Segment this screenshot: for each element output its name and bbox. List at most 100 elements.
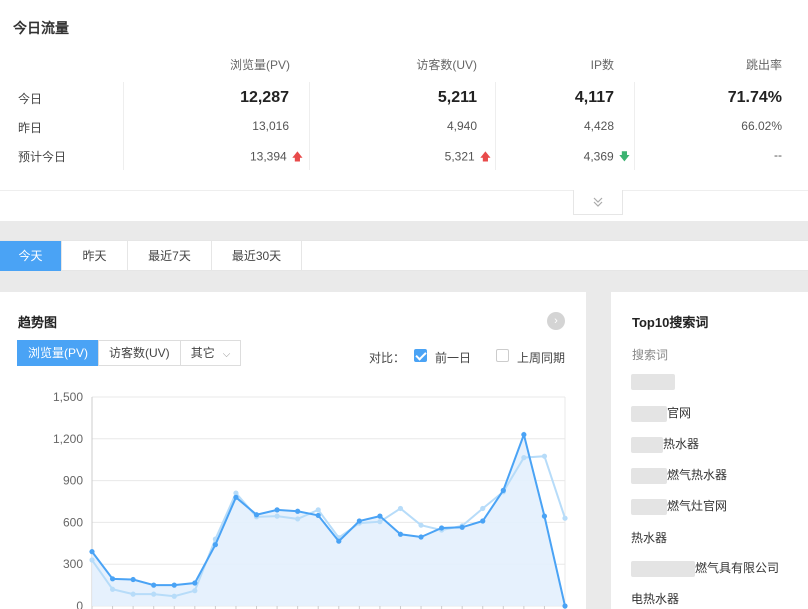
data-point	[541, 513, 548, 519]
data-point	[562, 603, 568, 609]
data-point	[500, 487, 506, 493]
yesterday-uv: 4,940	[446, 119, 477, 133]
keyword-text: 燃气具有限公司	[695, 561, 780, 575]
data-point	[171, 593, 177, 599]
data-point	[212, 542, 218, 548]
keyword-item[interactable]: 燃气热水器	[631, 466, 727, 484]
metric-tab-uv[interactable]: 访客数(UV)	[98, 340, 181, 366]
y-tick-label: 600	[63, 515, 83, 529]
top10-title: Top10搜索词	[632, 315, 709, 330]
compare-label: 对比：	[369, 351, 406, 365]
keyword-item[interactable]	[631, 374, 675, 390]
data-point	[171, 582, 177, 588]
forecast-pv: 13,394 🡅	[250, 148, 303, 167]
data-point	[480, 505, 486, 512]
keyword-text: 热水器	[631, 531, 668, 545]
keyword-item[interactable]: 热水器	[631, 435, 699, 453]
data-point	[253, 512, 260, 518]
today-traffic-card: 今日流量 浏览量(PV) 访客数(UV) IP数 跳出率 今日 12,287 5…	[0, 0, 808, 221]
tab-today[interactable]: 今天	[0, 241, 62, 271]
chevron-down-icon: ⌵	[222, 349, 231, 360]
forecast-pv-value: 13,394	[249, 149, 287, 164]
data-point	[151, 582, 157, 588]
yesterday-ip: 4,428	[583, 119, 614, 133]
data-point	[418, 522, 424, 528]
today-uv: 5,211	[437, 89, 477, 106]
series-area	[92, 434, 565, 606]
redacted-block	[631, 498, 667, 515]
y-tick-label: 1,500	[53, 390, 83, 404]
data-point	[541, 453, 548, 459]
keyword-item[interactable]: 燃气灶官网	[631, 497, 727, 515]
top10-subtitle: 搜索词	[632, 348, 669, 362]
checkbox-previous-day[interactable]	[414, 349, 427, 362]
data-point	[315, 507, 321, 513]
tab-yesterday[interactable]: 昨天	[62, 241, 128, 271]
data-point	[521, 432, 527, 438]
range-tabs: 今天 昨天 最近7天 最近30天	[0, 240, 808, 271]
data-point	[274, 507, 280, 513]
divider	[309, 82, 310, 170]
redacted-block	[631, 405, 667, 422]
top10-card: Top10搜索词 搜索词 官网 热水器 燃气热水器 燃气灶官网 热水器 燃气具有…	[611, 292, 808, 609]
data-point	[151, 591, 157, 597]
compare-option-last-week: 上周同期	[517, 351, 566, 365]
forecast-uv-value: 5,321	[444, 149, 475, 164]
data-point	[377, 513, 383, 519]
header-pv: 浏览量(PV)	[229, 58, 290, 72]
row-label-today: 今日	[18, 92, 43, 106]
data-point	[295, 508, 301, 514]
data-point	[109, 576, 116, 582]
keyword-item[interactable]: 电热水器	[631, 590, 679, 607]
tab-last-30-days[interactable]: 最近30天	[212, 241, 302, 271]
row-label-yesterday: 昨日	[18, 121, 43, 135]
metric-dropdown-other[interactable]: 其它 ⌵	[179, 340, 242, 366]
metric-tab-pv[interactable]: 浏览量(PV)	[17, 340, 100, 366]
forecast-ip-value: 4,369	[583, 149, 614, 164]
today-ip: 4,117	[574, 89, 614, 106]
data-point	[89, 557, 95, 563]
header-uv: 访客数(UV)	[416, 58, 477, 72]
tab-last-7-days[interactable]: 最近7天	[128, 241, 212, 271]
arrow-down-icon: 🡇	[618, 151, 630, 163]
data-point	[459, 524, 465, 530]
compare-option-previous-day: 前一日	[435, 351, 472, 365]
keyword-text: 官网	[667, 406, 692, 420]
data-point	[130, 576, 136, 583]
header-bounce: 跳出率	[745, 58, 782, 72]
data-point	[274, 513, 280, 519]
keyword-item[interactable]: 官网	[631, 404, 691, 422]
metric-dropdown-label: 其它	[190, 346, 215, 360]
keyword-text: 电热水器	[631, 592, 680, 606]
yesterday-bounce: 66.02%	[741, 119, 782, 133]
arrow-up-icon: 🡅	[291, 151, 303, 163]
data-point	[89, 549, 95, 555]
today-traffic-title: 今日流量	[13, 20, 69, 36]
arrow-up-icon: 🡅	[479, 151, 491, 163]
double-chevron-down-icon	[593, 197, 603, 207]
redacted-block	[631, 436, 663, 453]
data-point	[418, 534, 424, 540]
yesterday-pv: 13,016	[252, 119, 289, 133]
y-tick-label: 0	[76, 599, 83, 609]
data-point	[336, 538, 342, 544]
data-point	[562, 515, 568, 521]
divider	[123, 82, 124, 170]
redacted-block	[631, 467, 667, 484]
data-point	[521, 455, 527, 461]
keyword-item[interactable]: 燃气具有限公司	[631, 559, 779, 577]
redacted-block	[631, 374, 675, 390]
y-tick-label: 300	[63, 557, 83, 571]
checkbox-last-week[interactable]	[496, 349, 509, 362]
divider	[0, 190, 808, 191]
data-point	[109, 586, 116, 592]
metric-tabs: 浏览量(PV) 访客数(UV) 其它 ⌵	[17, 340, 242, 366]
forecast-uv: 5,321 🡅	[445, 148, 491, 167]
forecast-ip: 4,369 🡇	[584, 148, 630, 167]
chevron-right-circle-icon[interactable]: ›	[547, 312, 565, 330]
data-point	[356, 518, 362, 524]
expand-button[interactable]	[573, 190, 623, 215]
data-point	[397, 505, 404, 512]
keyword-item[interactable]: 热水器	[631, 529, 667, 546]
data-point	[130, 591, 136, 597]
